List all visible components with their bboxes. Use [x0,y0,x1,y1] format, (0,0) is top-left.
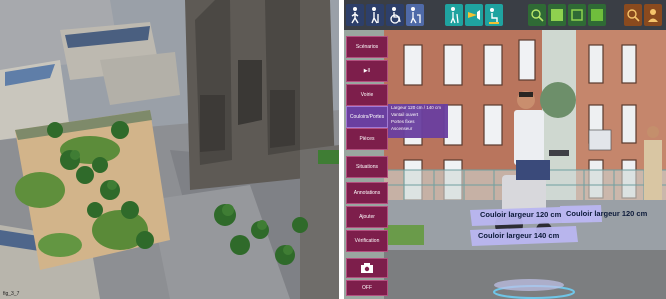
street-scene [384,30,666,299]
menu-scenarios-button[interactable]: Scénarios [346,36,388,58]
off-toggle[interactable]: OFF [346,280,388,296]
square-icon[interactable] [568,4,586,26]
wheelchair-icon[interactable] [386,4,404,26]
corridor-label-right: Couloir largeur 120 cm [566,209,648,218]
corridor-width-120-label: Couloir largeur 120 cm [480,210,562,219]
menu-play-pause-button[interactable]: ▶II [346,60,388,82]
aerial-city-view[interactable]: fig_3_7 [0,0,339,299]
elderly-person-icon[interactable] [366,4,384,26]
menu-pieces-button[interactable]: Pièces [346,128,388,150]
submenu-item[interactable]: Vantail ouvert [388,111,448,118]
city-3d-render: fig_3_7 [0,0,339,299]
person-sitting-icon[interactable] [485,4,503,26]
screen-icon[interactable] [588,4,606,26]
corridor-width-140-label: Couloir largeur 140 cm [478,231,560,240]
pedestrian-icon[interactable] [346,4,364,26]
search-icon[interactable] [624,4,642,26]
camera-view-icon[interactable] [465,4,483,26]
menu-situations-button[interactable]: Situations [346,156,388,178]
simulator-view[interactable]: Scénarios ▶II Voirie Couloirs/Portes Piè… [344,0,666,299]
panel-icon[interactable] [548,4,566,26]
camera-icon[interactable] [346,258,388,278]
zoom-in-icon[interactable] [528,4,546,26]
menu-couloirs-portes-button[interactable]: Couloirs/Portes [346,106,388,128]
menu-annotations-button[interactable]: Annotations [346,182,388,204]
submenu-item[interactable]: Ascenseur [388,125,448,132]
submenu-item[interactable]: Portes fixes [388,118,448,125]
menu-ajouter-button[interactable]: Ajouter [346,206,388,228]
user-icon[interactable] [644,4,662,26]
menu-verification-button[interactable]: Vérification [346,230,388,252]
watermark-text: fig_3_7 [3,291,20,297]
walker-icon[interactable] [406,4,424,26]
cane-person-icon[interactable] [445,4,463,26]
top-toolbar [344,0,666,30]
couloirs-submenu: Largeur 120 cm / 140 cm Vantail ouvert P… [388,104,448,138]
submenu-item[interactable]: Largeur 120 cm / 140 cm [388,104,448,111]
menu-voirie-button[interactable]: Voirie [346,84,388,106]
